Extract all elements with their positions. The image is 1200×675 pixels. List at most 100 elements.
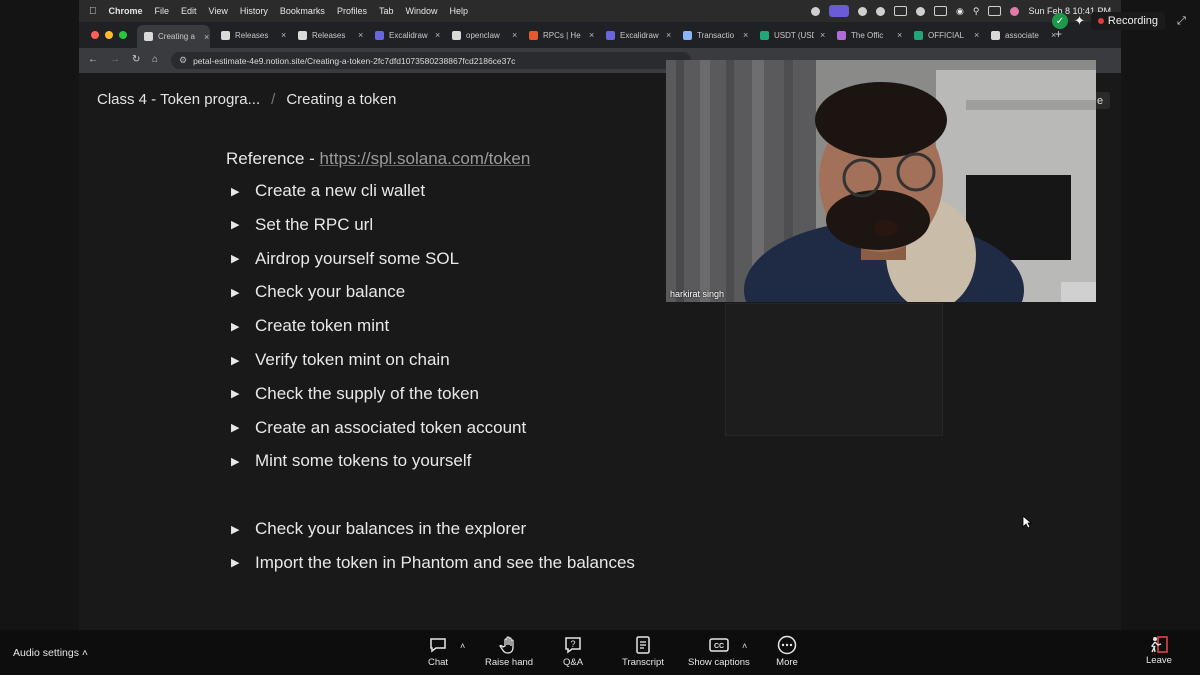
- toggle-block[interactable]: ▶ Create a new cli wallet: [231, 181, 425, 201]
- status-icon[interactable]: [857, 6, 867, 16]
- tab-favicon-icon: [914, 30, 923, 40]
- tab-close-icon[interactable]: ×: [820, 30, 825, 40]
- tab-close-icon[interactable]: ×: [897, 30, 902, 40]
- toggle-block[interactable]: ▶ Create token mint: [231, 316, 389, 336]
- forward-arrow-icon[interactable]: →: [110, 54, 120, 65]
- toggle-arrow-icon[interactable]: ▶: [231, 286, 255, 299]
- home-icon[interactable]: ⌂: [152, 54, 158, 65]
- menu-view[interactable]: View: [209, 6, 228, 16]
- browser-tab[interactable]: Excalidraw ×: [599, 25, 672, 45]
- browser-tab[interactable]: openclaw ×: [445, 25, 518, 45]
- status-icon[interactable]: [915, 6, 925, 16]
- security-shield-icon[interactable]: ✓: [1052, 13, 1068, 29]
- leave-button[interactable]: Leave: [1146, 635, 1172, 666]
- minimize-window-button[interactable]: [105, 31, 113, 39]
- ai-sparkle-icon[interactable]: ✦: [1074, 13, 1085, 29]
- toggle-block[interactable]: ▶ Verify token mint on chain: [231, 350, 450, 370]
- battery-icon[interactable]: [933, 6, 947, 16]
- browser-tab[interactable]: associate ×: [984, 25, 1057, 45]
- site-info-icon[interactable]: ⚙: [179, 55, 187, 66]
- tab-close-icon[interactable]: ×: [974, 30, 979, 40]
- toggle-block[interactable]: ▶ Check your balance: [231, 282, 405, 302]
- apple-icon[interactable]: : [89, 6, 97, 17]
- tab-close-icon[interactable]: ×: [435, 30, 440, 40]
- menu-tab[interactable]: Tab: [379, 6, 394, 16]
- tab-close-icon[interactable]: ×: [204, 32, 209, 42]
- reference-label: Reference -: [226, 149, 320, 168]
- tab-title: RPCs | He: [543, 30, 581, 40]
- menu-bookmarks[interactable]: Bookmarks: [280, 6, 325, 16]
- tab-favicon-icon: [606, 30, 615, 40]
- chat-options-chevron-icon[interactable]: ˄: [460, 641, 465, 651]
- reload-icon[interactable]: ↻: [132, 54, 140, 65]
- transcript-button[interactable]: Transcript: [622, 635, 664, 668]
- tab-title: Releases: [235, 30, 269, 40]
- menu-help[interactable]: Help: [449, 6, 468, 16]
- toggle-arrow-icon[interactable]: ▶: [231, 556, 255, 569]
- siri-icon[interactable]: [1010, 6, 1020, 16]
- toggle-arrow-icon[interactable]: ▶: [231, 455, 255, 468]
- browser-tab[interactable]: OFFICIAL ×: [907, 25, 980, 45]
- browser-tab[interactable]: Releases ×: [291, 25, 364, 45]
- captions-options-chevron-icon[interactable]: ˄: [742, 641, 747, 651]
- toggle-arrow-icon[interactable]: ▶: [231, 523, 255, 536]
- search-icon[interactable]: ⚲: [973, 6, 980, 17]
- control-center-icon[interactable]: [988, 6, 1002, 16]
- close-window-button[interactable]: [91, 31, 99, 39]
- tab-close-icon[interactable]: ×: [512, 30, 517, 40]
- tab-close-icon[interactable]: ×: [743, 30, 748, 40]
- audio-settings-button[interactable]: Audio settings ˄: [13, 647, 88, 659]
- menu-window[interactable]: Window: [405, 6, 437, 16]
- browser-tab[interactable]: Releases ×: [214, 25, 287, 45]
- toggle-block[interactable]: ▶ Set the RPC url: [231, 215, 373, 235]
- browser-tab[interactable]: Creating a ×: [137, 25, 210, 48]
- toggle-block[interactable]: ▶ Mint some tokens to yourself: [231, 451, 471, 471]
- browser-tab[interactable]: The Offic ×: [830, 25, 903, 45]
- url-field[interactable]: ⚙ petal-estimate-4e9.notion.site/Creatin…: [171, 52, 691, 69]
- browser-tab[interactable]: Transactio ×: [676, 25, 749, 45]
- toggle-block[interactable]: ▶ Create an associated token account: [231, 418, 526, 438]
- toggle-arrow-icon[interactable]: ▶: [231, 387, 255, 400]
- menu-app-name[interactable]: Chrome: [109, 6, 143, 16]
- zoom-window-button[interactable]: [119, 31, 127, 39]
- qa-button[interactable]: ? Q&A: [563, 635, 583, 668]
- menu-history[interactable]: History: [240, 6, 268, 16]
- tab-close-icon[interactable]: ×: [358, 30, 363, 40]
- browser-tab[interactable]: USDT (USD ×: [753, 25, 826, 45]
- status-icon[interactable]: [893, 6, 907, 16]
- toggle-arrow-icon[interactable]: ▶: [231, 354, 255, 367]
- browser-tab[interactable]: RPCs | He ×: [522, 25, 595, 45]
- breadcrumb-parent[interactable]: Class 4 - Token progra...: [97, 91, 260, 108]
- tab-close-icon[interactable]: ×: [281, 30, 286, 40]
- browser-tab[interactable]: Excalidraw ×: [368, 25, 441, 45]
- raise-hand-button[interactable]: Raise hand: [485, 635, 533, 668]
- toggle-block[interactable]: ▶ Airdrop yourself some SOL: [231, 249, 459, 269]
- toggle-arrow-icon[interactable]: ▶: [231, 320, 255, 333]
- toggle-arrow-icon[interactable]: ▶: [231, 252, 255, 265]
- toggle-block[interactable]: ▶ Check the supply of the token: [231, 384, 479, 404]
- menu-profiles[interactable]: Profiles: [337, 6, 367, 16]
- toggle-block[interactable]: ▶ Import the token in Phantom and see the…: [231, 553, 635, 573]
- toggle-block[interactable]: ▶ Check your balances in the explorer: [231, 519, 526, 539]
- menu-edit[interactable]: Edit: [181, 6, 197, 16]
- status-icon[interactable]: [875, 6, 885, 16]
- toggle-label: Create an associated token account: [255, 417, 527, 437]
- more-button[interactable]: More: [776, 635, 798, 668]
- reference-link[interactable]: https://spl.solana.com/token: [320, 149, 531, 168]
- wifi-icon[interactable]: ◉: [956, 6, 964, 17]
- breadcrumb-current[interactable]: Creating a token: [286, 91, 396, 108]
- recording-badge[interactable]: Recording: [1090, 12, 1166, 30]
- back-arrow-icon[interactable]: ←: [88, 54, 98, 65]
- screen-share-icon[interactable]: [828, 5, 849, 17]
- toggle-arrow-icon[interactable]: ▶: [231, 421, 255, 434]
- tab-close-icon[interactable]: ×: [589, 30, 594, 40]
- menu-file[interactable]: File: [155, 6, 170, 16]
- collapse-icon[interactable]: ⤢: [1177, 15, 1186, 28]
- status-icon[interactable]: [810, 6, 820, 16]
- toggle-arrow-icon[interactable]: ▶: [231, 185, 255, 198]
- tab-close-icon[interactable]: ×: [666, 30, 671, 40]
- toggle-arrow-icon[interactable]: ▶: [231, 218, 255, 231]
- chat-button[interactable]: Chat: [428, 635, 448, 668]
- macos-menu-bar:  Chrome File Edit View History Bookmark…: [79, 0, 1121, 22]
- show-captions-button[interactable]: CC Show captions: [688, 635, 750, 668]
